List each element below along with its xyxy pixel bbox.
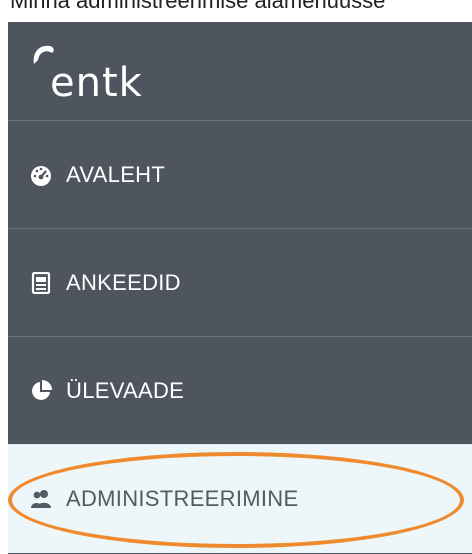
sidebar-item-label: ADMINISTREERIMINE: [66, 486, 299, 511]
sidebar-item-label: AVALEHT: [66, 162, 166, 187]
logo-text: entk: [50, 60, 143, 106]
app-logo[interactable]: entk: [8, 22, 472, 120]
sidebar-item-administreerimine[interactable]: ADMINISTREERIMINE: [8, 444, 472, 553]
sidebar: entk AVALEHT ANKEEDID ÜLEVAADE ADMINISTR…: [8, 22, 472, 554]
caption-text: Minna administreerimise alamenüüsse: [10, 0, 386, 13]
dashboard-icon: [30, 164, 52, 186]
sidebar-item-label: ÜLEVAADE: [66, 378, 185, 403]
sidebar-item-ankeedid[interactable]: ANKEEDID: [8, 228, 472, 337]
sidebar-item-ulevaade[interactable]: ÜLEVAADE: [8, 336, 472, 445]
forms-icon: [30, 272, 52, 294]
sidebar-item-avaleht[interactable]: AVALEHT: [8, 120, 472, 229]
pie-chart-icon: [30, 380, 52, 402]
users-icon: [30, 488, 52, 510]
sidebar-item-label: ANKEEDID: [66, 270, 181, 295]
